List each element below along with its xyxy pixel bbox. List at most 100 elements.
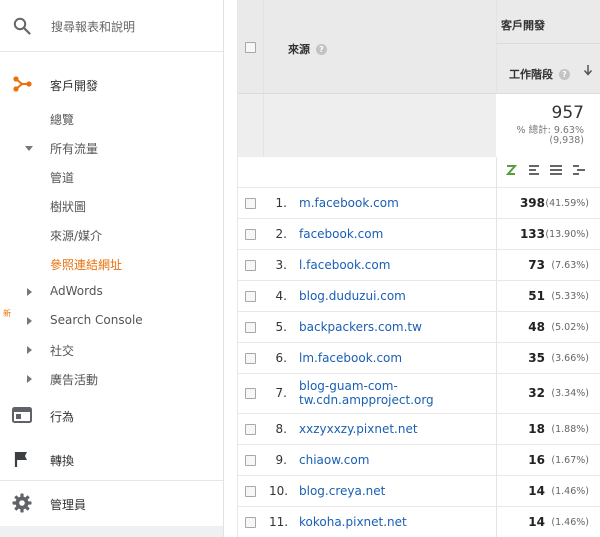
comparison-view-icon[interactable] bbox=[573, 164, 585, 176]
report-table: 來源? 客戶開發 工作階段? 957 % 總計: 9.63% (9,938) 1… bbox=[237, 0, 600, 537]
sidebar-item-label: 樹狀圖 bbox=[50, 200, 87, 214]
source-link[interactable]: blog.duduzui.com bbox=[299, 289, 406, 303]
row-checkbox[interactable] bbox=[245, 228, 256, 240]
sidebar-item-label: 廣告活動 bbox=[50, 373, 99, 387]
performance-view-icon[interactable] bbox=[528, 164, 540, 176]
sidebar-item[interactable]: 樹狀圖 bbox=[0, 193, 223, 219]
sessions-value: 398 bbox=[519, 195, 545, 210]
source-link[interactable]: l.facebook.com bbox=[299, 258, 390, 272]
help-icon[interactable]: ? bbox=[316, 44, 327, 55]
sidebar-search[interactable]: 搜尋報表和說明 bbox=[0, 0, 223, 52]
header-bottom-border bbox=[238, 93, 600, 94]
source-link[interactable]: xxzyxxzy.pixnet.net bbox=[299, 422, 418, 436]
nav-section-acquisition[interactable]: 客戶開發 bbox=[0, 69, 223, 99]
sessions-value: 48 bbox=[528, 319, 545, 334]
source-link[interactable]: blog-guam-com-tw.cdn.ampproject.org bbox=[299, 379, 434, 407]
table-row: 2. facebook.com 133 (13.90%) bbox=[238, 218, 600, 249]
source-link[interactable]: blog.creya.net bbox=[299, 484, 385, 498]
row-number: 1. bbox=[275, 195, 287, 210]
source-header-text: 來源 bbox=[288, 43, 310, 56]
row-checkbox[interactable] bbox=[245, 388, 256, 399]
total-percent-label: % 總計: 9.63% bbox=[516, 125, 584, 136]
caret-right-icon bbox=[27, 317, 32, 325]
help-icon[interactable]: ? bbox=[559, 69, 570, 80]
sessions-value: 18 bbox=[528, 421, 545, 436]
source-link[interactable]: facebook.com bbox=[299, 227, 383, 241]
row-checkbox[interactable] bbox=[245, 259, 256, 271]
sessions-value: 73 bbox=[528, 257, 545, 272]
sidebar-item-label: 管道 bbox=[50, 171, 75, 185]
caret-right-icon bbox=[27, 288, 32, 296]
sidebar-item[interactable]: 所有流量 bbox=[0, 135, 223, 161]
row-number: 9. bbox=[275, 452, 287, 467]
data-table-view-icon[interactable] bbox=[550, 164, 562, 176]
row-number: 10. bbox=[269, 483, 289, 498]
sidebar-item-label: Search Console bbox=[50, 313, 143, 327]
source-link[interactable]: backpackers.com.tw bbox=[299, 320, 422, 334]
total-base-value: (9,938) bbox=[549, 135, 584, 146]
sidebar-item[interactable]: 廣告活動 bbox=[0, 366, 223, 392]
nav-admin-label: 管理員 bbox=[50, 498, 87, 512]
row-number: 4. bbox=[275, 288, 287, 303]
sessions-percent: (5.02%) bbox=[551, 321, 589, 333]
sessions-column-header[interactable]: 工作階段? bbox=[509, 66, 570, 82]
sidebar-item[interactable]: 來源/媒介 bbox=[0, 222, 223, 248]
sidebar-item-label: 所有流量 bbox=[50, 142, 99, 156]
nav-section-label: 轉換 bbox=[50, 454, 75, 468]
source-link[interactable]: kokoha.pixnet.net bbox=[299, 515, 407, 529]
sessions-percent: (7.63%) bbox=[551, 259, 589, 271]
sessions-value: 14 bbox=[528, 483, 545, 498]
source-link[interactable]: m.facebook.com bbox=[299, 196, 399, 210]
nav-section-behavior[interactable]: 行為 bbox=[0, 400, 223, 430]
sessions-percent: (41.59%) bbox=[545, 197, 589, 209]
row-checkbox[interactable] bbox=[245, 454, 256, 466]
table-row: 5. backpackers.com.tw 48 (5.02%) bbox=[238, 311, 600, 342]
sidebar-item-label: AdWords bbox=[50, 284, 103, 298]
source-column-header[interactable]: 來源? bbox=[288, 41, 327, 57]
sidebar-item[interactable]: Search Console 新 bbox=[0, 308, 223, 334]
source-link-line: blog-guam-com- bbox=[299, 379, 398, 393]
sidebar-item[interactable]: 參照連結網址 bbox=[0, 251, 223, 277]
percentage-view-icon[interactable] bbox=[505, 164, 517, 176]
behavior-icon bbox=[12, 407, 32, 423]
sessions-percent: (3.34%) bbox=[551, 388, 589, 399]
row-number: 2. bbox=[275, 226, 287, 241]
sessions-header-text: 工作階段 bbox=[509, 68, 553, 81]
nav-section-label: 客戶開發 bbox=[50, 79, 99, 93]
sidebar-item[interactable]: 社交 bbox=[0, 337, 223, 363]
row-checkbox[interactable] bbox=[245, 423, 256, 435]
table-row: 1. m.facebook.com 398 (41.59%) bbox=[238, 187, 600, 218]
nav-section-conversions[interactable]: 轉換 bbox=[0, 444, 223, 474]
header-divider bbox=[263, 0, 264, 157]
sessions-percent: (1.67%) bbox=[551, 454, 589, 466]
row-checkbox[interactable] bbox=[245, 485, 256, 497]
source-link[interactable]: lm.facebook.com bbox=[299, 351, 402, 365]
sidebar-nav: 搜尋報表和說明 客戶開發 總覽所有流量管道樹狀圖來源/媒介參照連結網址 AdWor… bbox=[0, 0, 224, 537]
sessions-percent: (1.46%) bbox=[551, 485, 589, 497]
row-checkbox[interactable] bbox=[245, 321, 256, 333]
table-row: 3. l.facebook.com 73 (7.63%) bbox=[238, 249, 600, 280]
sessions-percent: (1.88%) bbox=[551, 423, 589, 435]
sidebar-item[interactable]: 總覽 bbox=[0, 106, 223, 132]
row-checkbox[interactable] bbox=[245, 352, 256, 364]
row-checkbox[interactable] bbox=[245, 516, 256, 528]
select-all-checkbox[interactable] bbox=[245, 42, 256, 53]
nav-admin[interactable]: 管理員 bbox=[0, 480, 223, 526]
sidebar-footer bbox=[0, 526, 223, 537]
row-number: 6. bbox=[275, 350, 287, 365]
sidebar-item[interactable]: AdWords bbox=[0, 279, 223, 305]
caret-right-icon bbox=[27, 375, 32, 383]
table-row: 11. kokoha.pixnet.net 14 (1.46%) bbox=[238, 506, 600, 537]
sessions-value: 51 bbox=[528, 288, 545, 303]
row-checkbox[interactable] bbox=[245, 290, 256, 302]
sessions-percent: (5.33%) bbox=[551, 290, 589, 302]
nav-section-label: 行為 bbox=[50, 410, 75, 424]
sessions-percent: (3.66%) bbox=[551, 352, 589, 364]
acquisition-icon bbox=[13, 76, 32, 92]
table-row: 10. blog.creya.net 14 (1.46%) bbox=[238, 475, 600, 506]
sort-descending-icon[interactable] bbox=[583, 64, 593, 76]
row-checkbox[interactable] bbox=[245, 197, 256, 209]
source-link[interactable]: chiaow.com bbox=[299, 453, 369, 467]
sidebar-item[interactable]: 管道 bbox=[0, 164, 223, 190]
sessions-value: 133 bbox=[519, 226, 545, 241]
